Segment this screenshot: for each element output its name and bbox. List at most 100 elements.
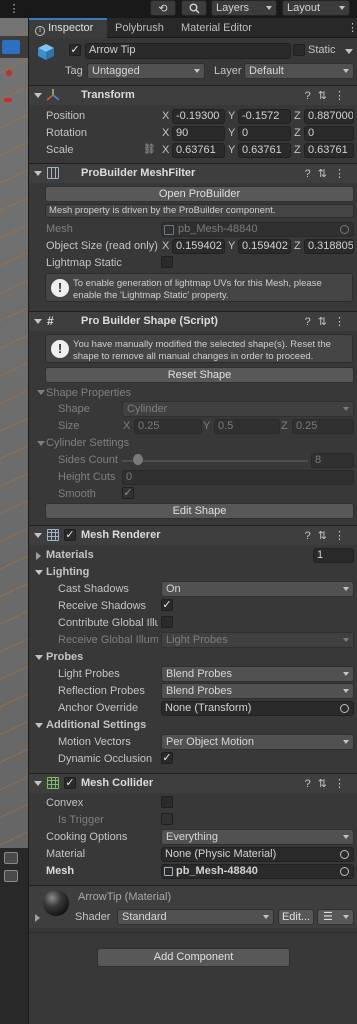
tab-inspector[interactable]: i Inspector <box>29 18 107 38</box>
position-y-field[interactable]: -0.1572 <box>238 109 291 124</box>
object-picker-icon[interactable] <box>340 850 349 859</box>
object-picker-icon <box>340 225 349 234</box>
tab-menu-icon[interactable]: ⋮ <box>347 21 357 34</box>
hierarchy-icon-2[interactable] <box>4 870 18 882</box>
light-probes-dropdown[interactable]: Blend Probes <box>161 666 354 682</box>
shape-header[interactable]: # Pro Builder Shape (Script) ?⇅⋮ <box>29 311 357 331</box>
dynamic-occlusion-checkbox[interactable]: ✓ <box>161 752 173 764</box>
size-z-field: 0.318805 <box>304 239 354 254</box>
link-icon[interactable]: ⛓ <box>143 144 157 155</box>
cooking-options-dropdown[interactable]: Everything <box>161 829 354 845</box>
transform-header[interactable]: Transform ?⇅⋮ <box>29 85 357 105</box>
foldout-icon[interactable] <box>37 441 45 446</box>
material-name: ArrowTip (Material) <box>78 891 172 903</box>
collider-mesh-field[interactable]: pb_Mesh-48840 <box>161 864 354 879</box>
renderer-header[interactable]: ✓ Mesh Renderer ?⇅⋮ <box>29 525 357 545</box>
material-foldout-icon[interactable] <box>35 914 40 922</box>
materials-count-field[interactable]: 1 <box>313 548 354 563</box>
add-component-button[interactable]: Add Component <box>97 948 290 967</box>
contribute-gi-checkbox[interactable] <box>161 616 173 628</box>
tag-dropdown[interactable]: Untagged <box>87 63 205 79</box>
layer-dropdown[interactable]: Default <box>244 63 354 79</box>
shader-edit-button[interactable]: Edit... <box>278 909 314 925</box>
shader-dropdown[interactable]: Standard <box>117 909 274 925</box>
object-name-field[interactable]: Arrow Tip <box>85 43 291 59</box>
scale-y-field[interactable]: 0.63761 <box>238 143 291 158</box>
motion-vectors-dropdown[interactable]: Per Object Motion <box>161 734 354 750</box>
shape-properties-label: Shape Properties <box>46 387 131 399</box>
convex-checkbox[interactable] <box>161 796 173 808</box>
collider-enabled-checkbox[interactable]: ✓ <box>64 777 76 789</box>
info-icon: i <box>35 26 45 36</box>
foldout-icon <box>34 781 42 786</box>
rotation-z-field[interactable]: 0 <box>304 126 354 141</box>
axis-label-y: Y <box>228 110 236 122</box>
tab-polybrush[interactable]: Polybrush <box>109 18 175 38</box>
material-preview-sphere[interactable] <box>43 890 69 916</box>
shape-label: Shape <box>58 403 90 415</box>
top-toolbar: ⋮ ⟲ Layers Layout <box>0 0 357 18</box>
position-z-field[interactable]: 0.887000 <box>304 109 354 124</box>
scale-x-field[interactable]: 0.63761 <box>172 143 225 158</box>
warning-icon: ! <box>51 340 69 358</box>
open-probuilder-button[interactable]: Open ProBuilder <box>45 186 354 202</box>
search-icon[interactable] <box>181 0 207 16</box>
cast-shadows-dropdown[interactable]: On <box>161 581 354 597</box>
foldout-icon[interactable] <box>37 390 45 395</box>
lightmap-static-label: Lightmap Static <box>46 257 122 269</box>
component-menu-icons[interactable]: ?⇅⋮ <box>305 315 352 328</box>
rotation-x-field[interactable]: 90 <box>172 126 225 141</box>
mesh-label: Mesh <box>46 223 73 235</box>
scene-tab-bar <box>0 36 28 58</box>
component-menu-icons[interactable]: ?⇅⋮ <box>305 777 352 790</box>
physic-material-field[interactable]: None (Physic Material) <box>161 847 354 862</box>
mesh-object-field: pb_Mesh-48840 <box>161 222 354 237</box>
layers-dropdown[interactable]: Layers <box>211 0 277 16</box>
gizmo-globe-icon[interactable] <box>2 40 20 54</box>
renderer-enabled-checkbox[interactable]: ✓ <box>64 529 76 541</box>
layout-dropdown[interactable]: Layout <box>282 0 350 16</box>
probes-foldout-icon[interactable] <box>35 655 43 660</box>
reflection-probes-dropdown[interactable]: Blend Probes <box>161 683 354 699</box>
tab-material-editor[interactable]: Material Editor <box>175 18 265 38</box>
physic-material-label: Material <box>46 848 86 860</box>
component-menu-icons[interactable]: ?⇅⋮ <box>305 529 352 542</box>
history-icon[interactable]: ⟲ <box>150 0 176 16</box>
object-picker-icon[interactable] <box>340 867 349 876</box>
rotation-y-field[interactable]: 0 <box>238 126 291 141</box>
materials-foldout-icon[interactable] <box>36 552 41 560</box>
component-menu-icons[interactable]: ?⇅⋮ <box>305 89 352 102</box>
active-checkbox[interactable]: ✓ <box>69 44 81 56</box>
receive-shadows-checkbox[interactable]: ✓ <box>161 599 173 611</box>
renderer-mesh-icon <box>47 529 59 541</box>
hierarchy-icon[interactable] <box>4 852 18 864</box>
reflection-probes-label: Reflection Probes <box>58 685 145 697</box>
more-options-icon[interactable]: ⋮ <box>0 0 28 16</box>
scale-z-field[interactable]: 0.63761 <box>304 143 354 158</box>
additional-foldout-icon[interactable] <box>35 723 43 728</box>
axis-label-z: Z <box>294 144 301 156</box>
mesh-icon <box>164 225 174 235</box>
reset-shape-button[interactable]: Reset Shape <box>45 367 354 383</box>
meshfilter-header[interactable]: ProBuilder MeshFilter ?⇅⋮ <box>29 163 357 183</box>
collider-header[interactable]: ✓ Mesh Collider ?⇅⋮ <box>29 773 357 793</box>
object-picker-icon[interactable] <box>340 704 349 713</box>
anchor-override-field[interactable]: None (Transform) <box>161 701 354 716</box>
chevron-down-icon <box>343 740 349 744</box>
edit-shape-button[interactable]: Edit Shape <box>45 503 354 519</box>
sides-count-label: Sides Count <box>58 454 118 466</box>
position-x-field[interactable]: -0.19300 <box>172 109 225 124</box>
axis-label-z: Z <box>294 240 301 252</box>
lightmap-static-checkbox[interactable] <box>161 256 173 268</box>
is-trigger-checkbox <box>161 813 173 825</box>
static-checkbox[interactable] <box>293 44 305 56</box>
static-dropdown-icon[interactable] <box>345 49 353 54</box>
scene-grid[interactable] <box>0 18 28 848</box>
axis-label-y: Y <box>203 420 211 432</box>
shape-help-text: You have manually modified the selected … <box>73 339 331 362</box>
component-menu-icons[interactable]: ?⇅⋮ <box>305 167 352 180</box>
list-icon[interactable]: ☰ <box>317 909 354 925</box>
lighting-foldout-icon[interactable] <box>35 570 43 575</box>
shape-size-x-field: 0.25 <box>134 419 202 434</box>
anchor-override-label: Anchor Override <box>58 702 139 714</box>
